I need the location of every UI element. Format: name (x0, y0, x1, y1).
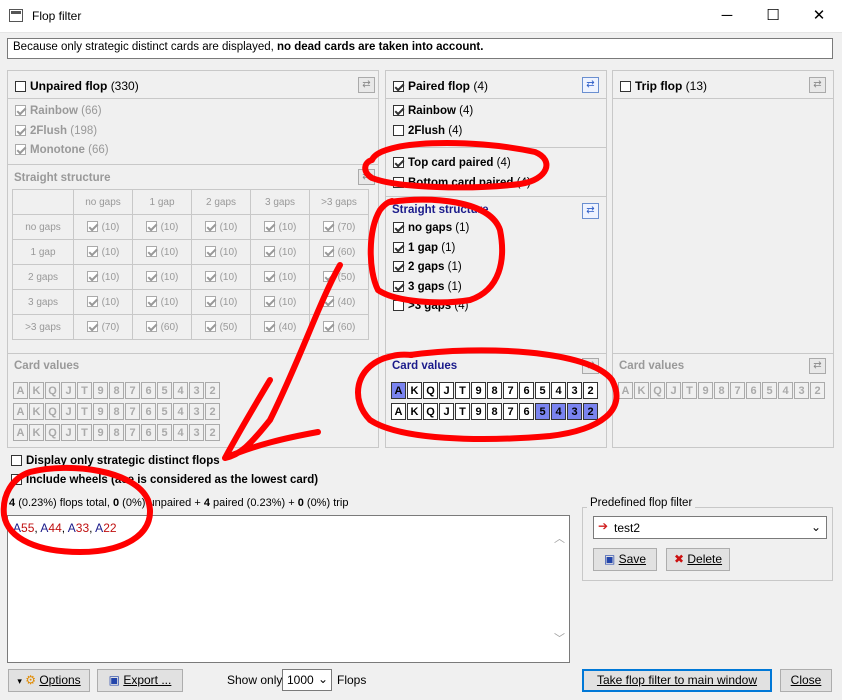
annotation-straight (367, 196, 506, 306)
annotation-card-values (355, 347, 620, 442)
annotation-top-paired (362, 139, 550, 191)
annotation-wheels (0, 464, 153, 555)
annotation-arrow (222, 262, 343, 461)
red-annotations (0, 139, 620, 555)
